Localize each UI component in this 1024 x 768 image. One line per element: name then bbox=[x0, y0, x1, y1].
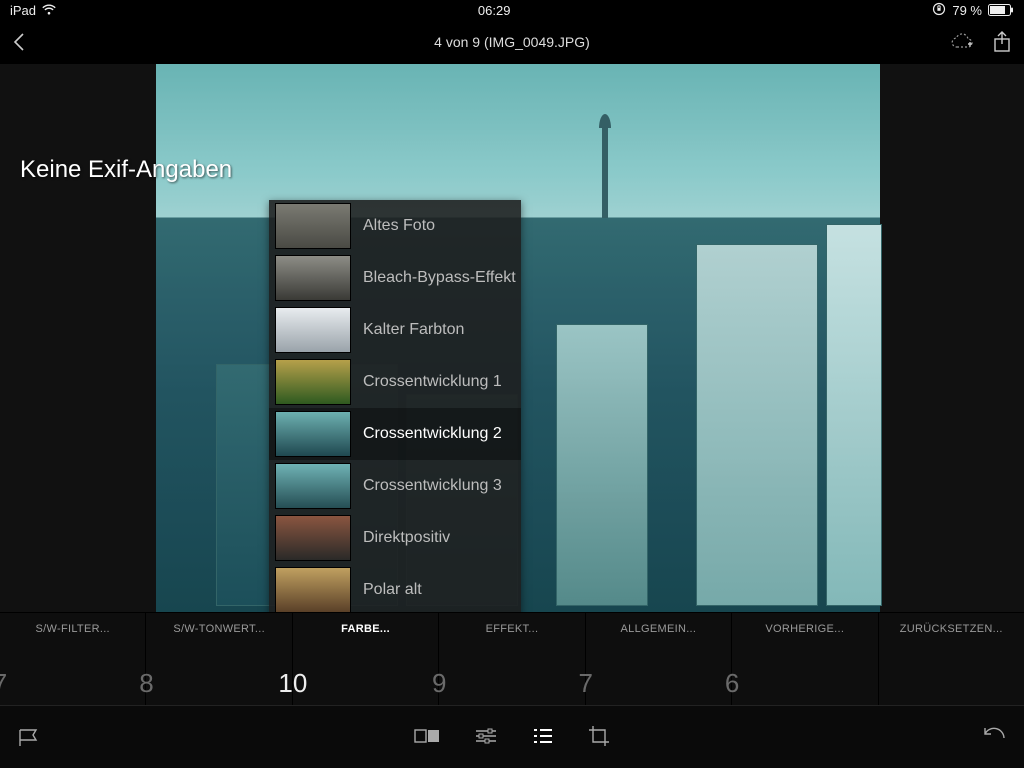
preset-item[interactable]: Crossentwicklung 3 bbox=[269, 460, 521, 512]
preset-thumb bbox=[275, 567, 351, 612]
preset-item[interactable]: Polar alt bbox=[269, 564, 521, 612]
preset-label: Direktpositiv bbox=[363, 529, 450, 547]
preset-tab[interactable]: ZURÜCKSETZEN... bbox=[879, 613, 1024, 705]
preset-thumb bbox=[275, 411, 351, 457]
tab-count: 8 bbox=[74, 668, 219, 699]
preset-label: Crossentwicklung 2 bbox=[363, 425, 502, 443]
tab-count: 6 bbox=[659, 668, 804, 699]
compare-icon[interactable] bbox=[414, 727, 440, 750]
tab-count: 10 bbox=[220, 668, 365, 699]
preset-thumb bbox=[275, 255, 351, 301]
tab-label: FARBE... bbox=[293, 623, 438, 635]
tab-count: 7 bbox=[0, 668, 73, 699]
tower-decoration bbox=[602, 128, 608, 218]
preset-item[interactable]: Direktpositiv bbox=[269, 512, 521, 564]
preset-thumb bbox=[275, 203, 351, 249]
preset-tab[interactable]: VORHERIGE...6 bbox=[732, 613, 878, 705]
status-left: iPad bbox=[10, 3, 56, 18]
tab-label: EFFEKT... bbox=[439, 623, 584, 635]
crop-icon[interactable] bbox=[588, 725, 610, 752]
preset-item[interactable]: Crossentwicklung 2 bbox=[269, 408, 521, 460]
tab-label: VORHERIGE... bbox=[732, 623, 877, 635]
share-icon[interactable] bbox=[992, 30, 1012, 59]
header-bar: 4 von 9 (IMG_0049.JPG) bbox=[0, 20, 1024, 64]
tab-label: ALLGEMEIN... bbox=[586, 623, 731, 635]
bldg-decoration bbox=[696, 244, 818, 606]
status-bar: iPad 06:29 79 % bbox=[0, 0, 1024, 20]
photo-canvas[interactable]: Keine Exif-Angaben Altes Foto Bleach-Bypa… bbox=[0, 64, 1024, 612]
tab-label: S/W-FILTER... bbox=[0, 623, 145, 635]
preset-label: Kalter Farbton bbox=[363, 321, 464, 339]
preset-item[interactable]: Altes Foto bbox=[269, 200, 521, 252]
bottom-center bbox=[414, 725, 610, 752]
preset-item[interactable]: Crossentwicklung 1 bbox=[269, 356, 521, 408]
presets-list-icon[interactable] bbox=[532, 727, 554, 750]
flag-icon[interactable] bbox=[18, 728, 40, 753]
status-time: 06:29 bbox=[478, 3, 511, 18]
preset-label: Crossentwicklung 1 bbox=[363, 373, 502, 391]
preset-thumb bbox=[275, 359, 351, 405]
bottom-toolbar bbox=[0, 705, 1024, 768]
preset-thumb bbox=[275, 515, 351, 561]
tab-count: 9 bbox=[367, 668, 512, 699]
preset-label: Bleach-Bypass-Effekt bbox=[363, 269, 516, 287]
preset-label: Altes Foto bbox=[363, 217, 435, 235]
preset-item[interactable]: Kalter Farbton bbox=[269, 304, 521, 356]
tab-label: S/W-TONWERT... bbox=[146, 623, 291, 635]
bldg-decoration bbox=[556, 324, 648, 606]
sliders-icon[interactable] bbox=[474, 727, 498, 750]
undo-icon[interactable] bbox=[980, 726, 1006, 753]
header-title: 4 von 9 (IMG_0049.JPG) bbox=[434, 34, 590, 50]
tab-label: ZURÜCKSETZEN... bbox=[879, 623, 1024, 635]
wifi-icon bbox=[42, 4, 56, 16]
device-label: iPad bbox=[10, 3, 36, 18]
bldg-decoration bbox=[826, 224, 882, 606]
preset-panel[interactable]: Altes Foto Bleach-Bypass-Effekt Kalter Far… bbox=[269, 200, 521, 612]
exif-label: Keine Exif-Angaben bbox=[20, 156, 232, 184]
battery-icon bbox=[988, 4, 1014, 16]
preset-thumb bbox=[275, 463, 351, 509]
battery-label: 79 % bbox=[952, 3, 982, 18]
header-right bbox=[950, 30, 1012, 59]
tab-count: 7 bbox=[513, 668, 658, 699]
preset-thumb bbox=[275, 307, 351, 353]
status-right: 79 % bbox=[932, 2, 1014, 19]
preset-label: Crossentwicklung 3 bbox=[363, 477, 502, 495]
orientation-lock-icon bbox=[932, 2, 946, 19]
preset-item[interactable]: Bleach-Bypass-Effekt bbox=[269, 252, 521, 304]
preset-tab-bar: S/W-FILTER... 7 S/W-TONWERT... 8 FARBE... 10 E… bbox=[0, 612, 1024, 705]
back-button[interactable] bbox=[12, 32, 28, 57]
preset-label: Polar alt bbox=[363, 581, 422, 599]
cloud-add-icon[interactable] bbox=[950, 32, 974, 57]
